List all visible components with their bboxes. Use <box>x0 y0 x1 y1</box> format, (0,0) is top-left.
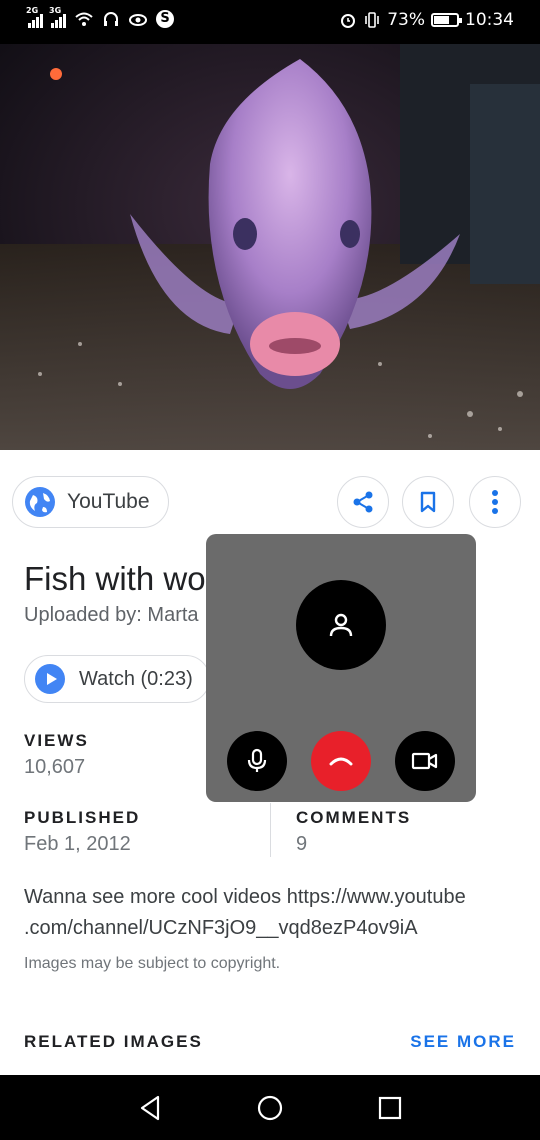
video-description: Wanna see more cool videos https://www.y… <box>24 886 466 939</box>
wifi-icon <box>75 12 93 26</box>
bookmark-icon <box>420 491 436 513</box>
video-camera-icon <box>411 752 438 770</box>
save-button[interactable] <box>402 476 454 528</box>
see-more-link[interactable]: SEE MORE <box>410 1032 516 1052</box>
stats-divider-2 <box>270 803 271 857</box>
more-button[interactable] <box>469 476 521 528</box>
home-circle-icon <box>257 1095 283 1121</box>
net-type-1: 2G <box>26 6 39 15</box>
more-vert-icon <box>492 490 498 514</box>
related-images-heading: RELATED IMAGES <box>24 1032 203 1051</box>
copyright-notice: Images may be subject to copyright. <box>24 955 281 972</box>
vibrate-icon <box>365 12 380 28</box>
uploader-text: Uploaded by: Marta <box>24 604 199 626</box>
watch-button[interactable]: Watch (0:23) <box>24 655 210 703</box>
battery-percent: 73% <box>387 10 425 30</box>
views-value: 10,607 <box>24 756 86 778</box>
video-toggle-button[interactable] <box>395 731 455 791</box>
views-label: VIEWS <box>24 731 89 750</box>
home-button[interactable] <box>255 1093 285 1123</box>
net-type-2: 3G <box>49 6 62 15</box>
recents-button[interactable] <box>375 1093 405 1123</box>
signal-3g-icon: 3G <box>49 6 66 28</box>
end-call-button[interactable] <box>311 731 371 791</box>
comments-label: COMMENTS <box>296 808 412 827</box>
eye-icon <box>129 14 147 26</box>
microphone-icon <box>247 748 267 772</box>
share-button[interactable] <box>337 476 389 528</box>
status-bar: 2G 3G S 73% 10:34 <box>0 0 540 44</box>
hero-image[interactable] <box>0 44 540 450</box>
hang-up-icon <box>329 757 353 766</box>
watch-label: Watch (0:23) <box>79 667 193 690</box>
system-nav-bar <box>0 1075 540 1140</box>
person-icon <box>329 613 353 637</box>
back-button[interactable] <box>135 1093 165 1123</box>
caller-avatar <box>296 580 386 670</box>
battery-icon <box>431 13 462 27</box>
headphones-icon <box>104 12 118 26</box>
play-icon <box>35 664 65 694</box>
call-overlay[interactable] <box>206 534 476 802</box>
published-value: Feb 1, 2012 <box>24 833 131 855</box>
comments-value: 9 <box>296 833 308 855</box>
mute-button[interactable] <box>227 731 287 791</box>
share-icon <box>353 491 373 513</box>
status-left: 2G 3G S <box>26 6 174 28</box>
skype-icon: S <box>156 10 174 28</box>
published-label: PUBLISHED <box>24 808 141 827</box>
status-right: 73% 10:34 <box>339 10 514 30</box>
fish-image <box>0 44 540 450</box>
globe-icon <box>25 487 55 517</box>
back-triangle-icon <box>140 1095 160 1121</box>
clock: 10:34 <box>465 10 514 30</box>
recents-square-icon <box>378 1096 402 1120</box>
alarm-icon <box>341 14 356 28</box>
signal-2g-icon: 2G <box>26 6 43 28</box>
source-chip[interactable]: YouTube <box>12 476 169 528</box>
source-label: YouTube <box>67 490 150 513</box>
